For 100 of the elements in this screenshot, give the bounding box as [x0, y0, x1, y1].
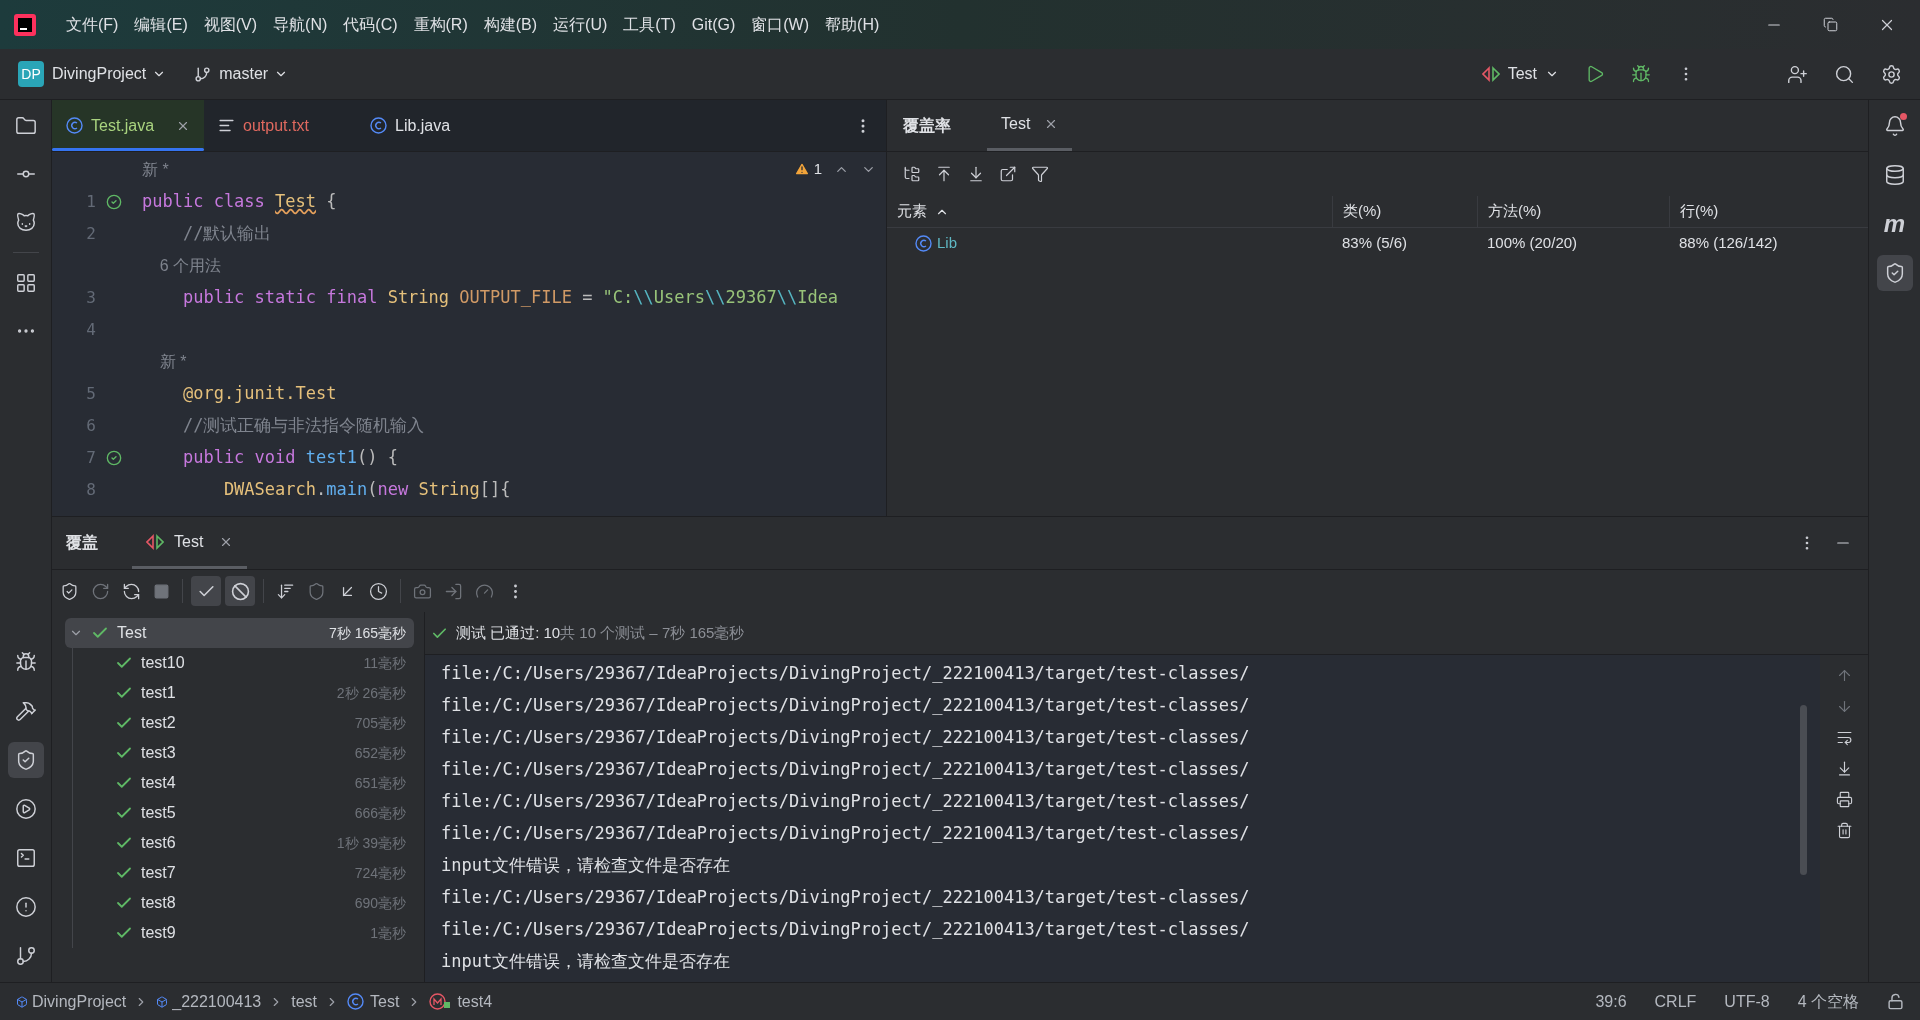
menu-item[interactable]: 文件(F) [58, 12, 127, 37]
test-tree-row[interactable]: test2 705毫秒 [65, 708, 414, 738]
filter-icon[interactable] [1031, 165, 1049, 183]
stop-icon[interactable] [153, 582, 170, 600]
column-header[interactable]: 类(%) [1343, 200, 1382, 223]
element-name[interactable]: Lib [937, 231, 958, 255]
test-duration: 652毫秒 [354, 743, 406, 763]
shield-icon[interactable] [307, 581, 326, 601]
history-icon[interactable] [369, 581, 388, 601]
warning-count[interactable]: 1 [813, 158, 822, 181]
editor-tab[interactable]: Lib.java [356, 100, 508, 151]
menu-item[interactable]: 编辑(E) [126, 12, 196, 37]
line-number: 3 [85, 287, 97, 309]
status-item[interactable]: 4 个空格 [1797, 989, 1859, 1014]
test-tree-row[interactable]: test7 724毫秒 [65, 858, 414, 888]
status-item[interactable]: CRLF [1654, 989, 1697, 1014]
alert-icon[interactable] [14, 896, 37, 918]
run-test-icon[interactable] [106, 194, 122, 210]
usage-hint[interactable]: 新 * [142, 350, 187, 374]
code-line: //默认输出 [181, 222, 272, 246]
test-tree-row[interactable]: test6 1秒 39毫秒 [65, 828, 414, 858]
export-icon[interactable] [967, 165, 985, 183]
search-icon[interactable] [1834, 63, 1855, 85]
open-icon[interactable] [999, 165, 1017, 183]
bell-icon[interactable] [1883, 115, 1906, 137]
breadcrumb-item[interactable]: DivingProject [32, 989, 127, 1014]
test-tree-row[interactable]: test8 690毫秒 [65, 888, 414, 918]
test-tree-row[interactable]: test4 651毫秒 [65, 768, 414, 798]
breadcrumb-item[interactable]: Test [370, 989, 400, 1014]
settings-icon[interactable] [1881, 63, 1902, 85]
column-header[interactable]: 元素 [897, 200, 927, 223]
usage-hint[interactable]: 6 个用法 [142, 254, 222, 278]
menu-item[interactable]: 帮助(H) [817, 12, 888, 37]
play-circle-icon[interactable] [14, 798, 37, 820]
structure-icon[interactable] [14, 272, 37, 294]
panel-tab[interactable]: Test [132, 517, 248, 569]
status-item[interactable]: UTF-8 [1724, 989, 1770, 1014]
menu-item[interactable]: Git(G) [683, 12, 744, 37]
print-icon[interactable] [1835, 791, 1853, 808]
menu-item[interactable]: 代码(C) [335, 12, 406, 37]
rerun-failed-icon[interactable] [122, 581, 141, 601]
lock-icon[interactable] [1887, 993, 1904, 1010]
test-duration: 666毫秒 [354, 803, 406, 823]
branch-icon[interactable] [14, 945, 37, 967]
menu-item[interactable]: 重构(R) [405, 12, 476, 37]
breadcrumb-item[interactable]: test4 [457, 989, 493, 1014]
line-number: 2 [85, 223, 97, 245]
project-selector[interactable]: DivingProject [52, 62, 167, 86]
editor-tab[interactable]: Test.java [52, 100, 204, 151]
breadcrumb-item[interactable]: _222100413 [172, 989, 262, 1014]
test-name: test6 [141, 833, 176, 853]
menu-item[interactable]: 运行(U) [545, 12, 616, 37]
menu-item[interactable]: 构建(B) [475, 12, 546, 37]
trash-icon[interactable] [1835, 822, 1853, 839]
column-header[interactable]: 方法(%) [1488, 200, 1542, 223]
branch-selector[interactable]: master [219, 62, 289, 86]
line-number: 4 [85, 319, 97, 341]
test-tree-row[interactable]: Test 7秒 165毫秒 [65, 618, 414, 648]
import-icon[interactable] [935, 165, 953, 183]
flatten-icon[interactable] [903, 165, 921, 183]
menu-item[interactable]: 工具(T) [615, 12, 684, 37]
scrollbar-thumb[interactable] [1800, 705, 1807, 875]
test-name: test9 [141, 923, 176, 943]
menu-item[interactable]: 视图(V) [195, 12, 266, 37]
bug-icon[interactable] [14, 651, 37, 673]
add-user-icon[interactable] [1787, 63, 1808, 85]
status-item[interactable]: 39:6 [1595, 989, 1627, 1014]
show-ignored-toggle[interactable] [225, 576, 255, 606]
show-passed-toggle[interactable] [191, 576, 221, 606]
hammer-icon[interactable] [14, 700, 37, 722]
panel-tab[interactable]: Test [987, 100, 1073, 151]
rerun-icon[interactable] [91, 581, 110, 601]
restore-icon[interactable] [1823, 17, 1838, 32]
test-name: Test [117, 623, 147, 643]
run-config-selector[interactable]: Test [1481, 62, 1559, 86]
maven-button[interactable]: m [1876, 206, 1913, 242]
test-name: test3 [141, 743, 176, 763]
line-number: 6 [85, 415, 97, 437]
run-test-icon[interactable] [106, 450, 122, 466]
database-icon[interactable] [1883, 164, 1906, 186]
menu-item[interactable]: 导航(N) [265, 12, 336, 37]
test-tree-row[interactable]: test5 666毫秒 [65, 798, 414, 828]
column-header[interactable]: 行(%) [1680, 200, 1719, 223]
rerun-coverage-icon[interactable] [60, 581, 79, 601]
folder-icon[interactable] [14, 115, 37, 137]
usage-hint[interactable]: 新 * [142, 158, 169, 182]
editor-tab[interactable]: output.txt [204, 100, 356, 151]
breadcrumb-item[interactable]: test [291, 989, 318, 1014]
test-tree-row[interactable]: test3 652毫秒 [65, 738, 414, 768]
app-logo-icon[interactable] [14, 13, 36, 36]
test-tree-row[interactable]: test1 2秒 26毫秒 [65, 678, 414, 708]
menu-item[interactable]: 窗口(W) [743, 12, 818, 37]
wrap-icon[interactable] [1835, 729, 1853, 746]
cat-icon[interactable] [14, 211, 37, 233]
terminal-icon[interactable] [14, 847, 37, 869]
tab-label: Lib.java [395, 115, 451, 136]
test-summary-detail: 共 10 个测试 – 7秒 165毫秒 [560, 622, 745, 643]
test-tree-row[interactable]: test9 1毫秒 [65, 918, 414, 948]
debug-icon[interactable] [1631, 64, 1651, 84]
test-tree-row[interactable]: test10 11毫秒 [65, 648, 414, 678]
